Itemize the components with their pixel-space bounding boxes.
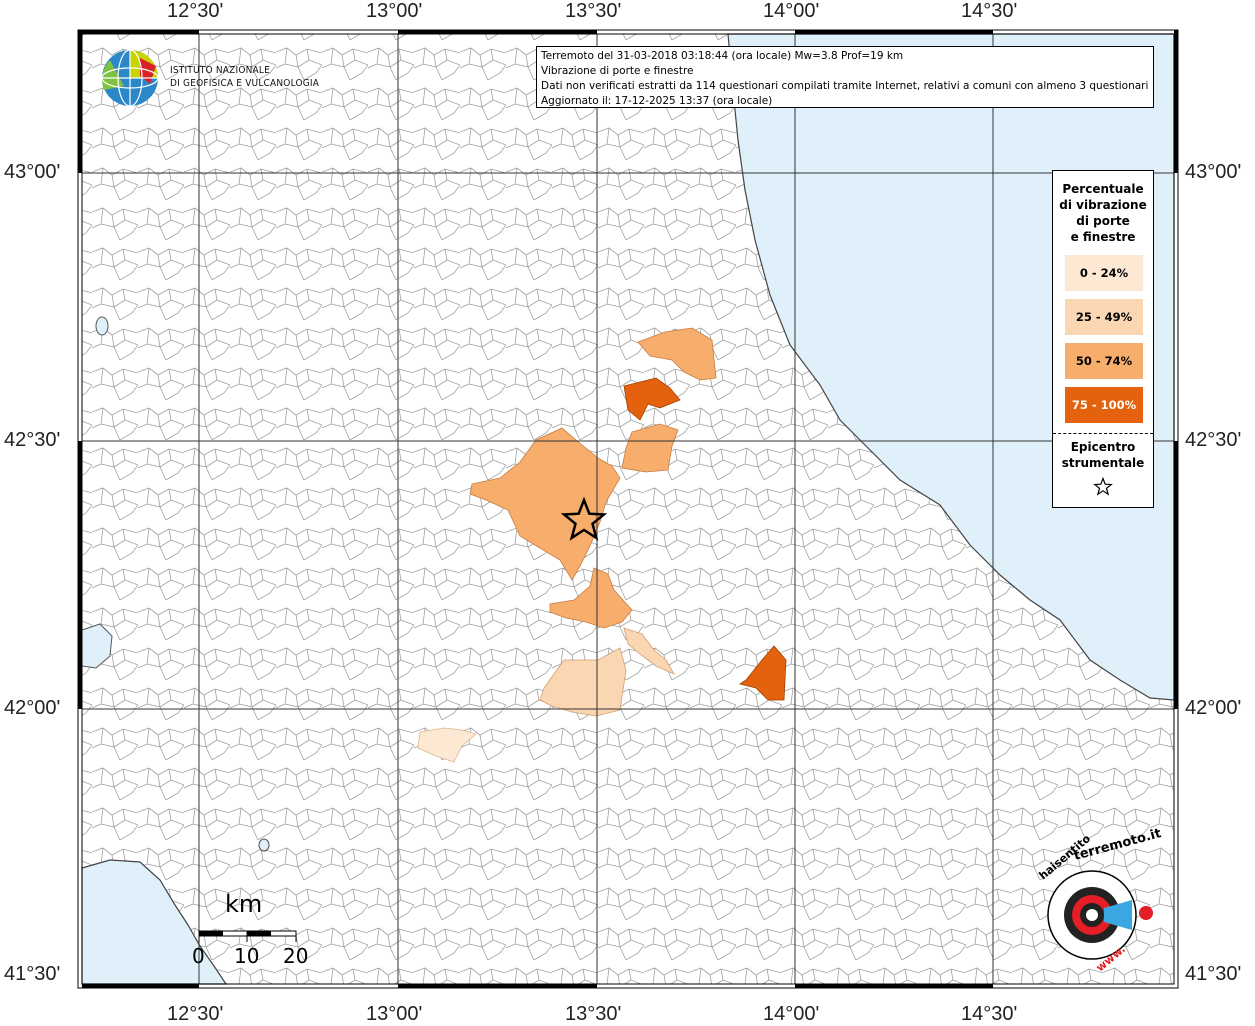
axis-right-label: 41°30' (1185, 963, 1242, 985)
legend: Percentuale di vibrazione di porte e fin… (1052, 170, 1154, 508)
scale-title: km (225, 890, 263, 918)
axis-top-label: 12°30' (167, 0, 224, 22)
axis-top-label: 13°00' (366, 0, 423, 22)
axis-bottom-label: 13°30' (565, 1003, 622, 1025)
legend-class-50-74: 50 - 74% (1065, 343, 1143, 379)
axis-right-label: 42°30' (1185, 429, 1242, 451)
legend-separator (1053, 433, 1153, 434)
scale-label: 0 (192, 944, 205, 968)
scale-label: 10 (234, 944, 260, 968)
legend-class-0-24: 0 - 24% (1065, 255, 1143, 291)
axis-top-label: 14°00' (763, 0, 820, 22)
event-info-line4: Aggiornato il: 17-12-2025 13:37 (ora loc… (541, 95, 773, 107)
legend-class-75-100: 75 - 100% (1065, 387, 1143, 423)
legend-epicenter-title: Epicentro strumentale (1053, 439, 1153, 471)
axis-right-label: 43°00' (1185, 161, 1242, 183)
event-info-line2: Vibrazione di porte e finestre (541, 65, 694, 77)
axis-left-label: 42°00' (4, 697, 61, 719)
axis-left-label: 41°30' (4, 963, 61, 985)
axis-left-label: 42°30' (4, 429, 61, 451)
legend-title: Percentuale di vibrazione di porte e fin… (1053, 181, 1153, 245)
ingv-logo-text: ISTITUTO NAZIONALE DI GEOFISICA E VULCAN… (170, 64, 319, 90)
axis-bottom-label: 12°30' (167, 1003, 224, 1025)
legend-title-line: di porte (1076, 214, 1130, 228)
intensity-map: haisentito terremoto.it www. (77, 29, 1179, 989)
event-info-line1: Terremoto del 31-03-2018 03:18:44 (ora l… (541, 50, 904, 62)
event-info-box: Terremoto del 31-03-2018 03:18:44 (ora l… (536, 46, 1154, 108)
ingv-globe-icon (101, 49, 159, 107)
ingv-logo-line2: DI GEOFISICA E VULCANOLOGIA (170, 78, 320, 89)
axis-left-label: 43°00' (4, 161, 61, 183)
axis-top-label: 14°30' (961, 0, 1018, 22)
axis-bottom-label: 14°30' (961, 1003, 1018, 1025)
legend-epicenter-line: strumentale (1061, 456, 1145, 470)
legend-class-25-49: 25 - 49% (1065, 299, 1143, 335)
lake-trasimeno (95, 316, 109, 336)
axis-bottom-label: 14°00' (763, 1003, 820, 1025)
lake-small (258, 838, 270, 852)
ingv-logo-line1: ISTITUTO NAZIONALE (170, 65, 270, 76)
legend-title-line: e finestre (1070, 230, 1136, 244)
scale-label: 20 (283, 944, 309, 968)
axis-top-label: 13°30' (565, 0, 622, 22)
legend-epicenter-line: Epicentro (1070, 440, 1136, 454)
axis-bottom-label: 13°00' (366, 1003, 423, 1025)
legend-title-line: Percentuale (1062, 182, 1144, 196)
axis-right-label: 42°00' (1185, 697, 1242, 719)
legend-title-line: di vibrazione (1059, 198, 1147, 212)
event-info-line3: Dati non verificati estratti da 114 ques… (541, 80, 1149, 92)
star-icon (1093, 477, 1113, 496)
